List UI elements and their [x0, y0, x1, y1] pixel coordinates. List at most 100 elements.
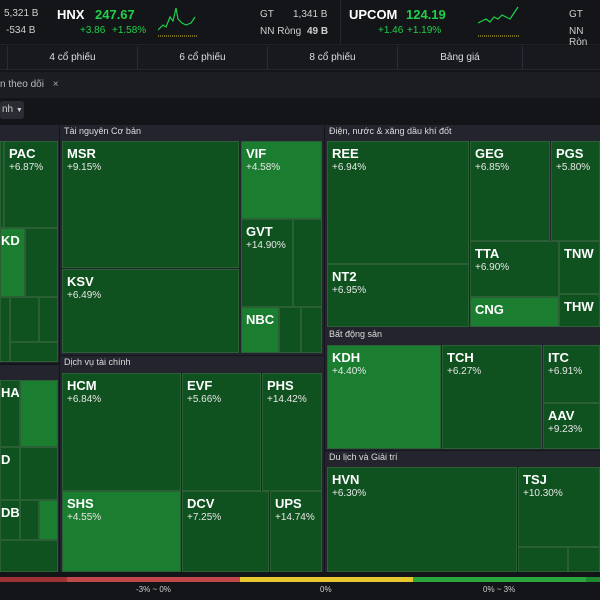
ticker-symbol: KD [1, 233, 20, 248]
ticker-symbol: AAV [548, 408, 575, 423]
tile-D[interactable]: D [0, 447, 20, 500]
tab-6-stocks[interactable]: 6 cổ phiếu [138, 46, 268, 70]
tile[interactable] [20, 380, 58, 447]
tile[interactable] [20, 500, 39, 540]
tile[interactable] [518, 547, 568, 572]
legend-label-zero: 0% [320, 585, 332, 594]
tile-NT2[interactable]: NT2 +6.95% [327, 264, 469, 327]
tile-DB[interactable]: DB [0, 500, 20, 540]
tile[interactable] [20, 447, 58, 500]
tile-GEG[interactable]: GEG +6.85% [470, 141, 550, 241]
hnx-nn-label: NN Ròng [260, 26, 302, 37]
tile-MSR[interactable]: MSR +9.15% [62, 141, 239, 268]
sector-title: Bất động sản [329, 329, 383, 339]
tile-TNW[interactable]: TNW [559, 241, 600, 294]
tile-KDH[interactable]: KDH +4.40% [327, 345, 441, 449]
percent-change: +4.40% [332, 366, 367, 377]
hnx-sparkline [158, 7, 198, 37]
tile-PGS[interactable]: PGS +5.80% [551, 141, 600, 241]
percent-change: +6.85% [475, 162, 510, 173]
tile-AAV[interactable]: AAV +9.23% [543, 403, 600, 449]
hnx-value: 247.67 [95, 7, 135, 22]
tile-VIF[interactable]: VIF +4.58% [241, 141, 322, 219]
ticker-symbol: SHS [67, 496, 94, 511]
upcom-name[interactable]: UPCOM [349, 7, 397, 22]
tile-DCV[interactable]: DCV +7.25% [182, 491, 269, 572]
ticker-symbol: TTA [475, 246, 500, 261]
tile-PAC[interactable]: PAC +6.87% [4, 141, 58, 228]
tab-price-board[interactable]: Bảng giá [398, 46, 523, 70]
tile[interactable] [568, 547, 600, 572]
tile-EVF[interactable]: EVF +5.66% [182, 373, 261, 491]
tile[interactable] [39, 500, 58, 540]
dropdown-value: nh [2, 104, 14, 115]
tile-KD[interactable]: KD [0, 228, 25, 297]
tile[interactable] [293, 219, 322, 307]
ticker-symbol: THW [564, 299, 594, 314]
tile-KSV[interactable]: KSV +6.49% [62, 269, 239, 353]
vnindex-nn: -534 B [6, 25, 36, 36]
tile-CNG[interactable]: CNG [470, 297, 559, 327]
tile-SHS[interactable]: SHS +4.55% [62, 491, 181, 572]
tile-TCH[interactable]: TCH +6.27% [442, 345, 542, 449]
tile-THW[interactable]: THW [559, 294, 600, 327]
ticker-symbol: HA [1, 385, 20, 400]
ticker-symbol: D [1, 452, 11, 467]
percent-change: +6.90% [475, 262, 510, 273]
tab-8-stocks[interactable]: 8 cổ phiếu [268, 46, 398, 70]
ticker-symbol: GVT [246, 224, 273, 239]
ticker-symbol: UPS [275, 496, 302, 511]
tile-HVN[interactable]: HVN +6.30% [327, 467, 517, 572]
sort-dropdown[interactable]: nh ▼ [0, 101, 24, 119]
ticker-symbol: HCM [67, 378, 97, 393]
tile[interactable] [10, 297, 39, 342]
legend-yellow [240, 577, 413, 582]
tile-ITC[interactable]: ITC +6.91% [543, 345, 600, 403]
ticker-symbol: TNW [564, 246, 594, 261]
legend-below-3 [0, 577, 67, 582]
upcom-value: 124.19 [406, 7, 446, 22]
tile-HCM[interactable]: HCM +6.84% [62, 373, 181, 491]
tile-TSJ[interactable]: TSJ +10.30% [518, 467, 600, 547]
tile-PHS[interactable]: PHS +14.42% [262, 373, 322, 491]
tile[interactable] [25, 228, 58, 297]
tile-HA[interactable]: HA [0, 380, 20, 447]
tile-GVT[interactable]: GVT +14.90% [241, 219, 293, 307]
tile[interactable] [0, 540, 58, 572]
sector-title: Du lịch và Giải trí [329, 452, 398, 462]
tile-UPS[interactable]: UPS +14.74% [270, 491, 322, 572]
legend-green [413, 577, 586, 582]
percent-change: +6.30% [332, 488, 367, 499]
tile[interactable] [39, 297, 58, 342]
percent-change: +6.49% [67, 290, 102, 301]
sector-title: Tài nguyên Cơ bản [64, 126, 141, 136]
hnx-name[interactable]: HNX [57, 7, 84, 22]
ticker-symbol: ITC [548, 350, 569, 365]
tile[interactable] [10, 342, 58, 362]
upcom-nn-label: NN Ròn [569, 26, 588, 48]
tile-NBC[interactable]: NBC [241, 307, 279, 353]
ticker-symbol: NBC [246, 312, 275, 327]
ticker-symbol: CNG [475, 302, 504, 317]
ticker-symbol: NT2 [332, 269, 357, 284]
tile[interactable] [0, 297, 10, 362]
ticker-symbol: TCH [447, 350, 474, 365]
tile-REE[interactable]: REE +6.94% [327, 141, 469, 264]
tile[interactable] [279, 307, 301, 353]
tile-TTA[interactable]: TTA +6.90% [470, 241, 559, 297]
filter-label: n theo dõi [0, 79, 44, 90]
tab-4-stocks[interactable]: 4 cổ phiếu [8, 46, 138, 70]
ticker-symbol: PHS [267, 378, 294, 393]
tile[interactable] [301, 307, 322, 353]
hnx-change: +3.86 [80, 25, 106, 36]
close-icon[interactable]: × [53, 79, 59, 90]
tile[interactable] [0, 141, 4, 228]
legend-above-3 [586, 577, 600, 582]
percent-change: +7.25% [187, 512, 222, 523]
percent-change: +9.15% [67, 162, 102, 173]
ticker-symbol: KDH [332, 350, 361, 365]
treemap: PAC +6.87% KD HA D DB Tài nguyên Cơ bản M… [0, 122, 600, 574]
tab-bar: 4 cổ phiếu 6 cổ phiếu 8 cổ phiếu Bảng gi… [0, 46, 600, 70]
percent-change: +4.58% [246, 162, 281, 173]
sector-title: Dịch vụ tài chính [64, 357, 131, 367]
